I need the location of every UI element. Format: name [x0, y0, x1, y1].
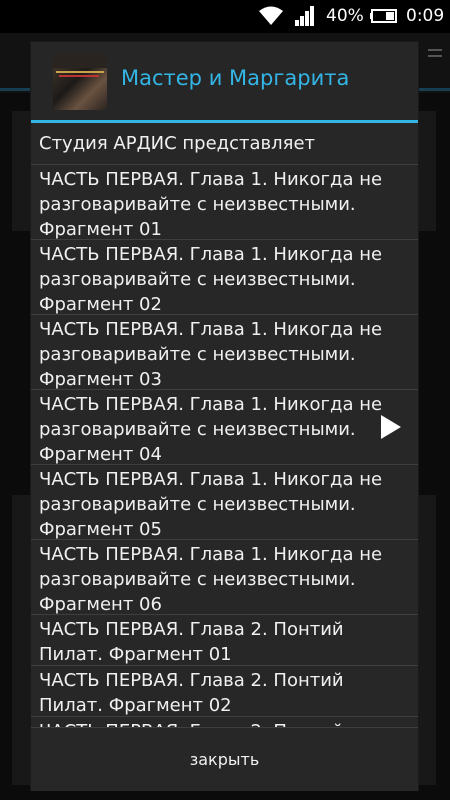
book-cover-image: [53, 54, 107, 110]
play-icon[interactable]: [380, 414, 402, 440]
list-item[interactable]: ЧАСТЬ ПЕРВАЯ. Глава 2. Понтий Пилат. Фра…: [31, 615, 418, 666]
dialog-title: Мастер и Маргарита: [121, 66, 350, 90]
chapter-list[interactable]: Студия АРДИС представляет ЧАСТЬ ПЕРВАЯ. …: [31, 123, 418, 727]
wifi-icon: [259, 6, 283, 25]
battery-percent: 40%: [326, 6, 364, 26]
clock: 0:09: [406, 6, 445, 26]
dialog-header: Мастер и Маргарита: [31, 42, 418, 120]
close-button[interactable]: закрыть: [31, 728, 418, 791]
list-item[interactable]: ЧАСТЬ ПЕРВАЯ. Глава 1. Никогда не разгов…: [31, 465, 418, 540]
list-item[interactable]: ЧАСТЬ ПЕРВАЯ. Глава 1. Никогда не разгов…: [31, 240, 418, 315]
list-item[interactable]: Студия АРДИС представляет: [31, 123, 418, 165]
signal-icon: [295, 6, 314, 26]
status-bar: 40% 0:09: [0, 0, 450, 33]
list-item[interactable]: ЧАСТЬ ПЕРВАЯ. Глава 2. Понтий Пилат. Фра…: [31, 666, 418, 717]
screen: 40% 0:09 Мастер и Маргарита Студия АРДИС…: [0, 0, 450, 800]
battery-icon: [370, 9, 397, 23]
list-item[interactable]: ЧАСТЬ ПЕРВАЯ. Глава 1. Никогда не разгов…: [31, 390, 418, 465]
list-item[interactable]: ЧАСТЬ ПЕРВАЯ. Глава 1. Никогда не разгов…: [31, 165, 418, 240]
background-menu-icon: [428, 49, 442, 63]
list-item[interactable]: ЧАСТЬ ПЕРВАЯ. Глава 2. Понтий: [31, 717, 418, 727]
list-item[interactable]: ЧАСТЬ ПЕРВАЯ. Глава 1. Никогда не разгов…: [31, 315, 418, 390]
chapter-dialog: Мастер и Маргарита Студия АРДИС представ…: [31, 42, 418, 791]
list-item[interactable]: ЧАСТЬ ПЕРВАЯ. Глава 1. Никогда не разгов…: [31, 540, 418, 615]
dialog-footer: закрыть: [31, 727, 418, 791]
